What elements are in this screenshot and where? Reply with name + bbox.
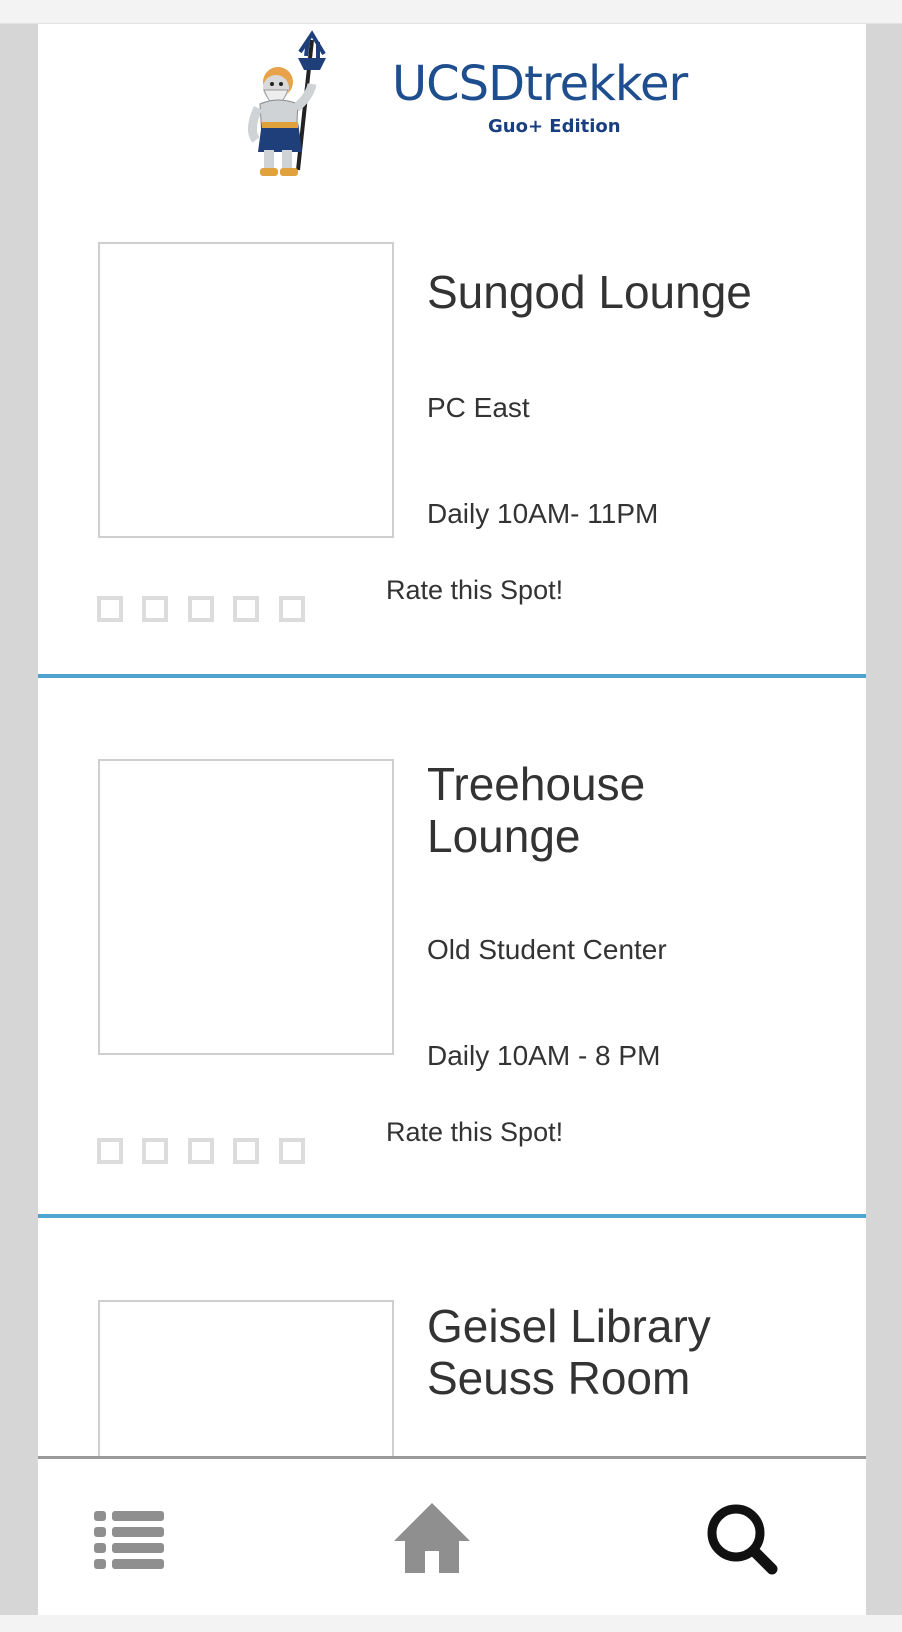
rate-spot-label: Rate this Spot! <box>386 1117 564 1147</box>
logo-title: UCSDtrekker <box>392 56 688 112</box>
spot-location: PC East <box>427 392 530 423</box>
logo-subtitle: Guo+ Edition <box>488 116 621 137</box>
search-icon <box>707 1504 778 1575</box>
spot-thumbnail[interactable] <box>98 242 394 538</box>
browser-top-bar <box>0 0 902 24</box>
app-logo[interactable]: UCSDtrekker Guo+ Edition <box>248 30 688 180</box>
rating-star-4[interactable] <box>233 596 259 622</box>
spot-title[interactable]: Geisel Library Seuss Room <box>427 1300 757 1404</box>
rating-star-2[interactable] <box>142 1138 168 1164</box>
rating-star-3[interactable] <box>188 1138 214 1164</box>
app-header: UCSDtrekker Guo+ Edition <box>38 24 866 188</box>
rating-star-5[interactable] <box>279 596 305 622</box>
spot-hours: Daily 10AM- 11PM <box>427 498 659 529</box>
home-icon <box>394 1503 470 1573</box>
spot-thumbnail[interactable] <box>98 759 394 1055</box>
rating-star-2[interactable] <box>142 596 168 622</box>
app-container: UCSDtrekker Guo+ Edition Sungod Lounge P… <box>38 24 866 1615</box>
rating-star-1[interactable] <box>97 1138 123 1164</box>
spot-location: Old Student Center <box>427 934 667 965</box>
rating-star-1[interactable] <box>97 596 123 622</box>
nav-home-button[interactable] <box>383 1459 493 1615</box>
spot-title[interactable]: Treehouse Lounge <box>427 758 727 862</box>
list-icon <box>94 1511 164 1569</box>
spot-hours: Daily 10AM - 8 PM <box>427 1040 661 1071</box>
triton-mascot-icon <box>248 30 326 176</box>
browser-bottom-bar <box>0 1615 902 1632</box>
spot-title[interactable]: Sungod Lounge <box>427 266 847 318</box>
rating-star-5[interactable] <box>279 1138 305 1164</box>
spot-card[interactable]: Treehouse Lounge Old Student Center Dail… <box>38 678 866 1218</box>
rating-star-4[interactable] <box>233 1138 259 1164</box>
rate-spot-label: Rate this Spot! <box>386 575 564 605</box>
nav-list-button[interactable] <box>78 1459 188 1615</box>
nav-search-button[interactable] <box>698 1459 818 1615</box>
bottom-nav-bar <box>38 1456 866 1615</box>
rating-star-3[interactable] <box>188 596 214 622</box>
spot-card[interactable]: Sungod Lounge PC East Daily 10AM- 11PM R… <box>38 184 866 678</box>
